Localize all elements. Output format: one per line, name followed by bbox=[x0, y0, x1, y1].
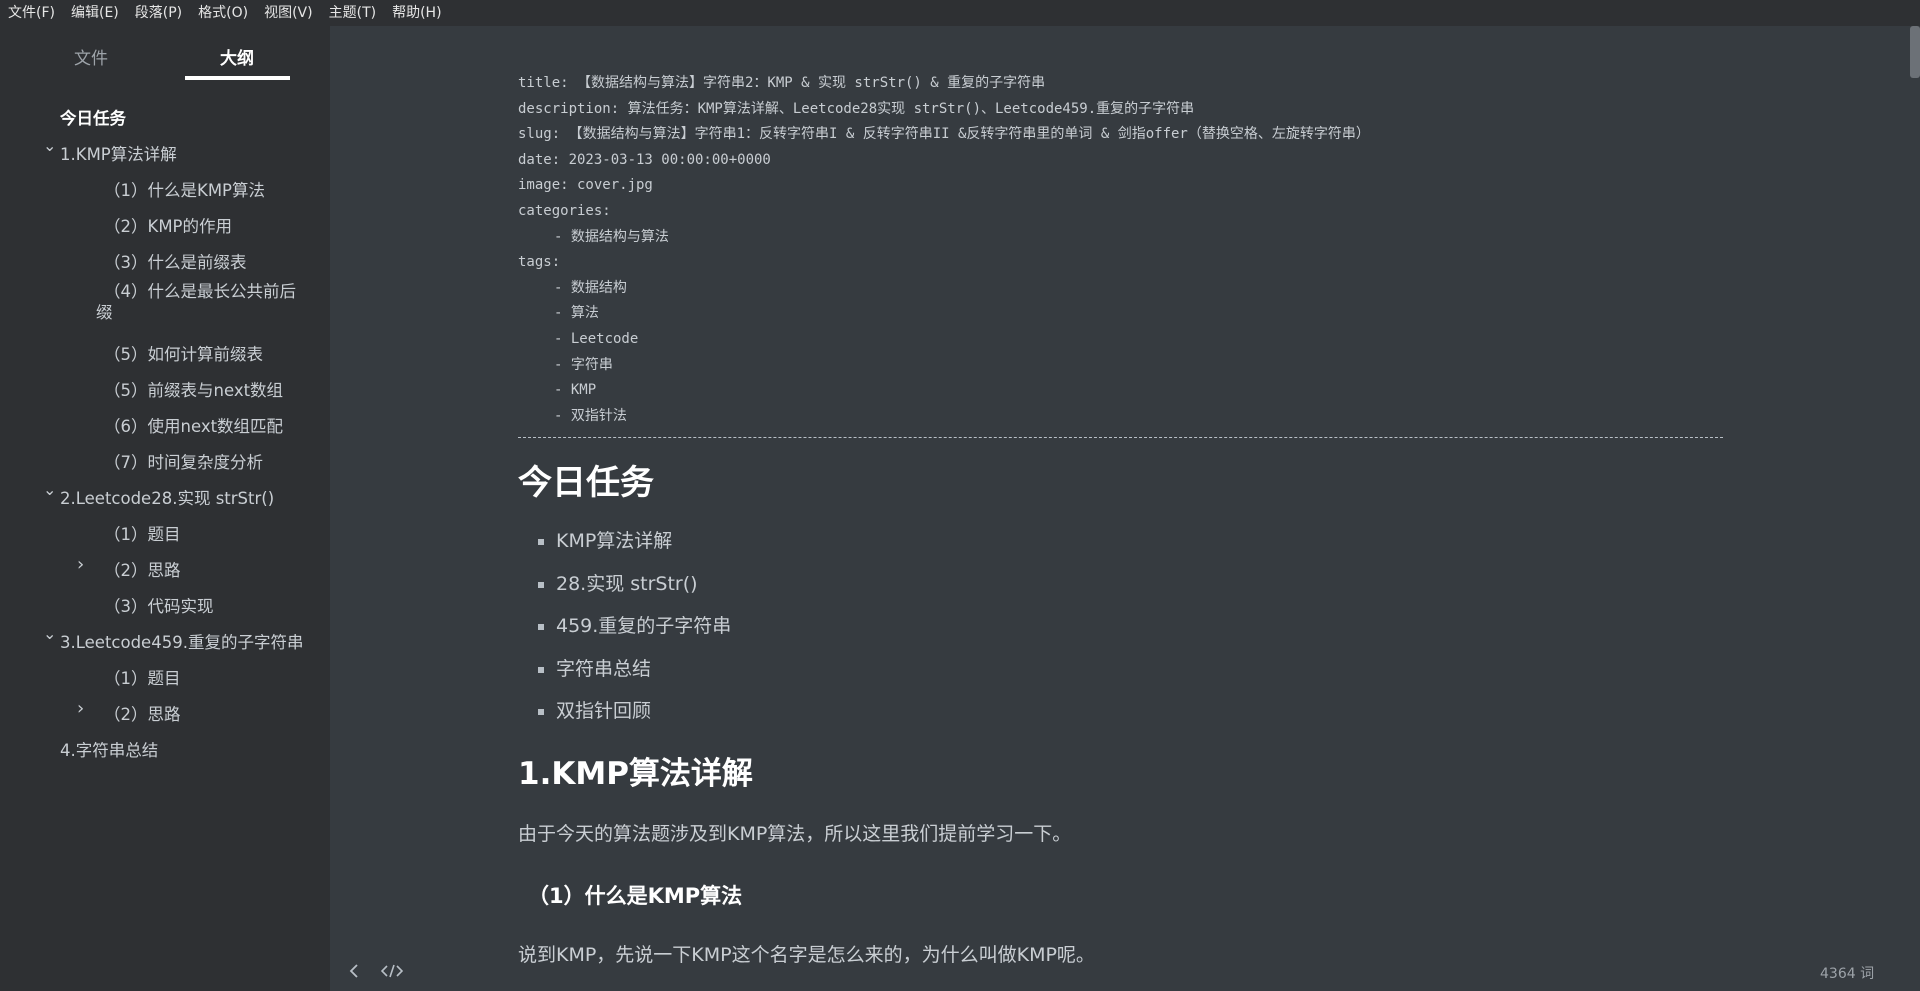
fm-tag: - 字符串 bbox=[554, 356, 613, 373]
fm-date: date: 2023-03-13 00:00:00+0000 bbox=[518, 151, 771, 168]
tab-outline[interactable]: 大纲 bbox=[220, 44, 254, 69]
outline-item[interactable]: ⌄ 3.Leetcode459.重复的子字符串 bbox=[0, 622, 330, 658]
outline-item-label: （2）思路 bbox=[104, 705, 181, 724]
outline-item[interactable]: （5）前缀表与next数组 bbox=[0, 370, 330, 406]
outline-item-label: （4）什么是最长公共前后缀 bbox=[96, 282, 296, 322]
outline-item-label: （2）思路 bbox=[104, 561, 181, 580]
menu-file[interactable]: 文件(F) bbox=[8, 0, 55, 26]
document: title: 【数据结构与算法】字符串2：KMP & 实现 strStr() &… bbox=[518, 26, 1723, 968]
fm-slug: slug: 【数据结构与算法】字符串1：反转字符串I & 反转字符串II &反转… bbox=[518, 126, 1370, 143]
fm-categories-label: categories: bbox=[518, 202, 611, 219]
outline-list: 今日任务 ⌄ 1.KMP算法详解 （1）什么是KMP算法 （2）KMP的作用 （3）什么是… bbox=[0, 98, 330, 766]
bullet-icon bbox=[538, 581, 544, 588]
toggle-sidebar-button[interactable] bbox=[340, 958, 368, 984]
bullet-icon bbox=[538, 709, 544, 716]
bullet-icon bbox=[538, 624, 544, 631]
heading-kmp-detail: 1.KMP算法详解 bbox=[518, 755, 753, 792]
heading-what-is-kmp: （1）什么是KMP算法 bbox=[528, 883, 743, 908]
task-list: KMP算法详解 28.实现 strStr() 459.重复的子字符串 字符串总结… bbox=[538, 520, 1723, 733]
fm-title: title: 【数据结构与算法】字符串2：KMP & 实现 strStr() &… bbox=[518, 75, 1046, 91]
outline-item[interactable]: 4.字符串总结 bbox=[0, 730, 330, 766]
outline-item[interactable]: （3）什么是前缀表 bbox=[0, 242, 330, 278]
menu-theme[interactable]: 主题(T) bbox=[329, 0, 376, 26]
source-mode-button[interactable] bbox=[378, 958, 406, 984]
list-item: 字符串总结 bbox=[538, 648, 1723, 691]
outline-item-label: （5）如何计算前缀表 bbox=[104, 345, 263, 364]
fm-description: description: 算法任务：KMP算法详解、Leetcode28实现 s… bbox=[518, 100, 1195, 117]
bullet-icon bbox=[538, 666, 544, 673]
menu-format[interactable]: 格式(O) bbox=[198, 0, 248, 26]
front-matter[interactable]: title: 【数据结构与算法】字符串2：KMP & 实现 strStr() &… bbox=[518, 26, 1723, 439]
outline-item-label: （3）什么是前缀表 bbox=[104, 253, 247, 272]
front-matter-divider bbox=[518, 437, 1723, 439]
outline-item-label: （2）KMP的作用 bbox=[104, 217, 233, 236]
fm-tag: - KMP bbox=[554, 382, 597, 399]
outline-item-label: （7）时间复杂度分析 bbox=[104, 453, 263, 472]
tab-files[interactable]: 文件 bbox=[74, 44, 108, 69]
outline-item[interactable]: ⌄ 1.KMP算法详解 bbox=[0, 134, 330, 170]
outline-item-label: （1）题目 bbox=[104, 669, 181, 688]
paragraph-intro: 由于今天的算法题涉及到KMP算法，所以这里我们提前学习一下。 bbox=[518, 822, 1072, 845]
outline-item-label: （5）前缀表与next数组 bbox=[104, 381, 284, 400]
outline-item[interactable]: 今日任务 bbox=[0, 98, 330, 134]
fm-tags-label: tags: bbox=[518, 254, 561, 271]
chevron-left-icon bbox=[349, 964, 358, 978]
outline-item[interactable]: （1）题目 bbox=[0, 658, 330, 694]
sidebar-tabs: 文件 大纲 bbox=[0, 26, 330, 82]
fm-tag: - 数据结构 bbox=[554, 279, 627, 296]
sidebar: 文件 大纲 今日任务 ⌄ 1.KMP算法详解 （1）什么是KMP算法 （2）KMP的作用… bbox=[0, 26, 330, 991]
bullet-icon bbox=[538, 539, 544, 546]
fm-image: image: cover.jpg bbox=[518, 177, 653, 194]
editor-area[interactable]: title: 【数据结构与算法】字符串2：KMP & 实现 strStr() &… bbox=[330, 26, 1920, 991]
menu-help[interactable]: 帮助(H) bbox=[392, 0, 441, 26]
outline-item[interactable]: （1）题目 bbox=[0, 514, 330, 550]
outline-item[interactable]: （3）代码实现 bbox=[0, 586, 330, 622]
list-item: 28.实现 strStr() bbox=[538, 563, 1723, 606]
outline-item[interactable]: （2）KMP的作用 bbox=[0, 206, 330, 242]
outline-item-label: 1.KMP算法详解 bbox=[60, 145, 177, 164]
list-item: 双指针回顾 bbox=[538, 690, 1723, 733]
menu-bar: 文件(F) 编辑(E) 段落(P) 格式(O) 视图(V) 主题(T) 帮助(H… bbox=[0, 0, 1920, 26]
outline-item[interactable]: （1）什么是KMP算法 bbox=[0, 170, 330, 206]
chevron-down-icon[interactable]: ⌄ bbox=[43, 136, 56, 155]
outline-item[interactable]: ⌄ 2.Leetcode28.实现 strStr() bbox=[0, 478, 330, 514]
outline-item[interactable]: （6）使用next数组匹配 bbox=[0, 406, 330, 442]
menu-paragraph[interactable]: 段落(P) bbox=[135, 0, 182, 26]
outline-item-label: 今日任务 bbox=[60, 109, 126, 128]
menu-edit[interactable]: 编辑(E) bbox=[71, 0, 119, 26]
outline-item[interactable]: （7）时间复杂度分析 bbox=[0, 442, 330, 478]
outline-item-label: （3）代码实现 bbox=[104, 597, 214, 616]
list-item: 459.重复的子字符串 bbox=[538, 605, 1723, 648]
word-count[interactable]: 4364 词 bbox=[1820, 963, 1874, 983]
fm-tag: - 算法 bbox=[554, 305, 599, 322]
footer-controls bbox=[340, 958, 416, 984]
outline-item-label: 2.Leetcode28.实现 strStr() bbox=[60, 489, 275, 508]
heading-today-tasks: 今日任务 bbox=[518, 463, 654, 504]
fm-category: - 数据结构与算法 bbox=[554, 228, 669, 245]
paragraph-kmp-name: 说到KMP，先说一下KMP这个名字是怎么来的，为什么叫做KMP呢。 bbox=[518, 943, 1095, 966]
outline-item[interactable]: （4）什么是最长公共前后缀 bbox=[0, 278, 330, 334]
outline-item[interactable]: › （2）思路 bbox=[0, 694, 330, 730]
chevron-down-icon[interactable]: ⌄ bbox=[43, 480, 56, 499]
scrollbar-thumb[interactable] bbox=[1910, 26, 1920, 78]
list-item: KMP算法详解 bbox=[538, 520, 1723, 563]
outline-item-label: （1）题目 bbox=[104, 525, 181, 544]
outline-item-label: 3.Leetcode459.重复的子字符串 bbox=[60, 633, 304, 652]
active-tab-indicator bbox=[185, 76, 290, 80]
outline-item-label: （1）什么是KMP算法 bbox=[104, 181, 266, 200]
code-icon bbox=[381, 964, 403, 978]
outline-item[interactable]: （5）如何计算前缀表 bbox=[0, 334, 330, 370]
chevron-down-icon[interactable]: ⌄ bbox=[43, 624, 56, 643]
outline-item-label: （6）使用next数组匹配 bbox=[104, 417, 284, 436]
chevron-right-icon[interactable]: › bbox=[77, 554, 84, 575]
chevron-right-icon[interactable]: › bbox=[77, 698, 84, 719]
fm-tag: - Leetcode bbox=[554, 330, 639, 347]
menu-view[interactable]: 视图(V) bbox=[264, 0, 313, 26]
fm-tag: - 双指针法 bbox=[554, 407, 627, 424]
outline-item-label: 4.字符串总结 bbox=[60, 741, 159, 760]
outline-item[interactable]: › （2）思路 bbox=[0, 550, 330, 586]
